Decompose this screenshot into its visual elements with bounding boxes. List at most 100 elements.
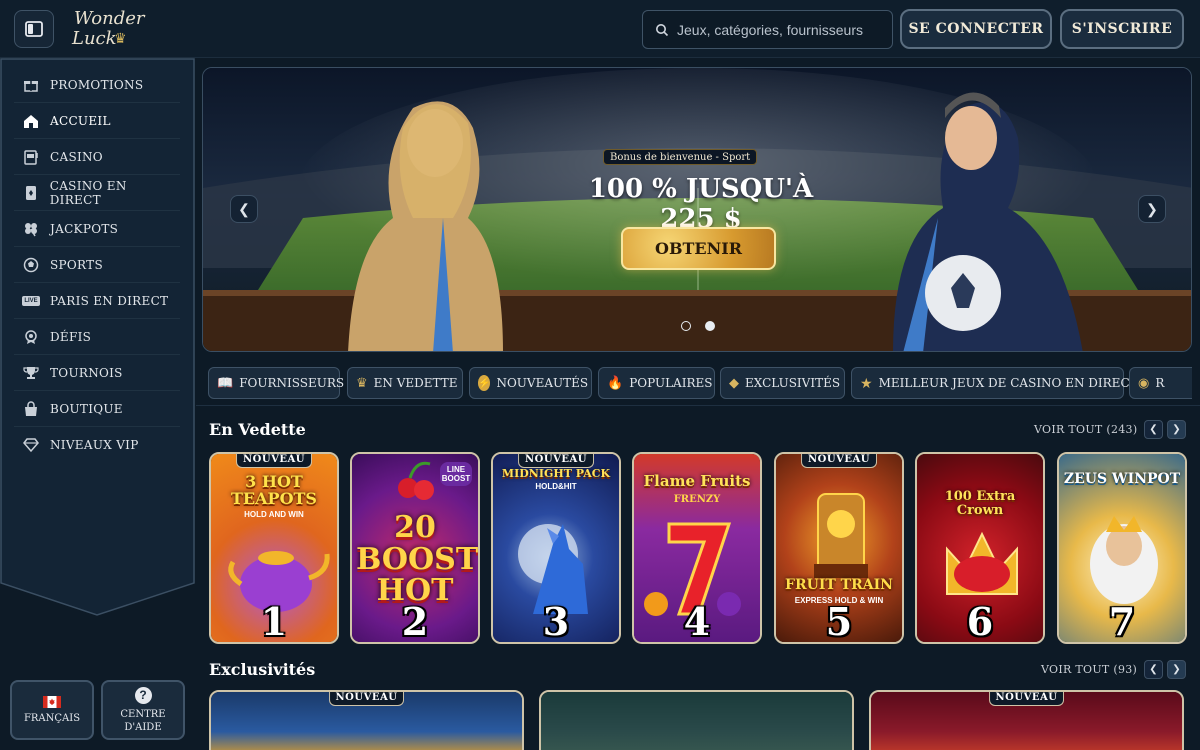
search-input[interactable]	[677, 21, 887, 38]
help-center-button[interactable]: ? CENTRE D'AIDE	[101, 680, 185, 740]
book-icon: 📖	[217, 375, 234, 390]
banner-prev-button[interactable]: ❮	[230, 195, 258, 223]
sidebar-toggle-icon	[25, 21, 43, 37]
game-title: FRUIT TRAIN	[785, 577, 893, 593]
featured-see-all-link[interactable]: VOIR TOUT (243)	[1034, 423, 1137, 436]
register-button[interactable]: S'INSCRIRE	[1060, 9, 1184, 49]
featured-next-button[interactable]: ❯	[1167, 420, 1186, 439]
login-button[interactable]: SE CONNECTER	[900, 9, 1052, 49]
game-tile-midnight-pack[interactable]: MIDNIGHT PACK HOLD&HIT NOUVEAU 3	[491, 452, 621, 644]
rank-number: 5	[825, 599, 853, 644]
chip-best-live-casino[interactable]: ★ MEILLEUR JEUX DE CASINO EN DIRECT	[851, 367, 1138, 399]
help-label-line1: CENTRE	[120, 708, 166, 720]
lightning-icon: ⚡	[478, 375, 491, 391]
canada-flag-icon	[43, 695, 61, 708]
sidebar-item-jackpots[interactable]: JACKPOTS	[14, 211, 180, 247]
sidebar-item-tournaments[interactable]: TOURNOIS	[14, 355, 180, 391]
diamond-icon	[22, 436, 40, 454]
rank-number: 2	[401, 599, 429, 644]
sidebar-item-challenges[interactable]: DÉFIS	[14, 319, 180, 355]
chip-label: FOURNISSEURS	[239, 376, 345, 390]
live-icon: LIVE	[22, 292, 40, 310]
game-tile-3-hot-teapots[interactable]: 3 HOT TEAPOTS HOLD AND WIN NOUVEAU 1	[209, 452, 339, 644]
chevron-right-icon: ❯	[1146, 200, 1158, 217]
search-box[interactable]	[642, 10, 893, 49]
sidebar-item-label: ACCUEIL	[50, 113, 111, 128]
category-divider	[196, 405, 1200, 406]
sidebar-item-casino[interactable]: CASINO	[14, 139, 180, 175]
game-subtitle: HOLD AND WIN	[244, 510, 304, 519]
category-bar: 📖 FOURNISSEURS ♛ EN VEDETTE ⚡ NOUVEAUTÉS…	[208, 367, 1192, 399]
new-badge: NOUVEAU	[328, 692, 405, 706]
sidebar-item-label: DÉFIS	[50, 329, 92, 344]
chip-popular[interactable]: 🔥 POPULAIRES	[598, 367, 715, 399]
new-badge: NOUVEAU	[801, 454, 877, 468]
game-title: 3 HOT TEAPOTS	[231, 472, 317, 508]
game-tile-fruit-train[interactable]: FRUIT TRAIN EXPRESS HOLD & WIN NOUVEAU 5	[774, 452, 904, 644]
bonus-tag: Bonus de bienvenue - Sport	[603, 149, 758, 165]
exclusives-next-button[interactable]: ❯	[1167, 660, 1186, 679]
game-tile-zeus-winpot[interactable]: ZEUS WINPOT 7	[1057, 452, 1187, 644]
home-icon	[22, 112, 40, 130]
wonderluck-logo[interactable]: Wonder Luck ♛	[70, 8, 150, 52]
sidebar-item-label: CASINO	[50, 149, 103, 164]
game-tile-flame-fruits[interactable]: Flame Fruits FRENZY 4	[632, 452, 762, 644]
chip-providers[interactable]: 📖 FOURNISSEURS	[208, 367, 344, 399]
exclusives-prev-button[interactable]: ❮	[1144, 660, 1163, 679]
game-title: Flame Fruits	[643, 472, 751, 490]
chevron-right-icon: ❯	[1172, 664, 1181, 675]
slot-machine-icon	[22, 148, 40, 166]
chip-label: POPULAIRES	[629, 376, 713, 390]
exclusives-section-title: Exclusivités	[209, 660, 316, 679]
sidebar-item-label: JACKPOTS	[50, 221, 119, 236]
sidebar-item-live-betting[interactable]: LIVE PARIS EN DIRECT	[14, 283, 180, 319]
language-button[interactable]: FRANÇAIS	[10, 680, 94, 740]
chevron-left-icon: ❮	[1149, 424, 1158, 435]
exclusive-game-tile-1[interactable]: NOUVEAU	[209, 690, 524, 750]
sidebar-item-vip-levels[interactable]: NIVEAUX VIP	[14, 427, 180, 463]
game-title: 100 Extra Crown	[944, 489, 1016, 518]
trophy-icon	[22, 364, 40, 382]
sidebar-item-shop[interactable]: BOUTIQUE	[14, 391, 180, 427]
sidebar-toggle-button[interactable]	[14, 10, 54, 48]
new-badge: NOUVEAU	[236, 454, 312, 468]
sidebar-item-promotions[interactable]: PROMOTIONS	[14, 67, 180, 103]
game-title: MIDNIGHT PACK	[501, 467, 611, 480]
pot-icon: ◉	[1138, 375, 1150, 390]
chip-more[interactable]: ◉ R	[1129, 367, 1192, 399]
sidebar-item-label: PROMOTIONS	[50, 77, 144, 92]
promo-banner[interactable]: ❮ ❯ Bonus de bienvenue - Sport 100 % JUS…	[202, 67, 1192, 352]
live-icon-text: LIVE	[22, 295, 40, 306]
cards-icon	[22, 184, 40, 202]
star-icon: ★	[860, 374, 873, 391]
chip-new[interactable]: ⚡ NOUVEAUTÉS	[469, 367, 592, 399]
chip-exclusives[interactable]: ◆ EXCLUSIVITÉS	[720, 367, 845, 399]
game-title: 20 BOOST HOT	[356, 510, 479, 608]
game-tile-20-boost-hot[interactable]: 20 BOOST HOT LINE BOOST 2	[350, 452, 480, 644]
exclusive-game-tile-3[interactable]: NOUVEAU	[869, 690, 1184, 750]
rank-number: 1	[260, 599, 288, 644]
help-icon: ?	[134, 686, 152, 704]
exclusive-game-tile-2[interactable]	[539, 690, 854, 750]
help-icon-glyph: ?	[139, 688, 147, 702]
gift-icon	[22, 76, 40, 94]
logo-text-line1: Wonder	[74, 8, 145, 29]
sidebar: PROMOTIONS ACCUEIL CASINO CASINO EN DIRE…	[0, 58, 195, 618]
sidebar-item-live-casino[interactable]: CASINO EN DIRECT	[14, 175, 180, 211]
sidebar-item-sports[interactable]: SPORTS	[14, 247, 180, 283]
game-art	[541, 692, 852, 750]
exclusives-see-all-link[interactable]: VOIR TOUT (93)	[1041, 663, 1137, 676]
game-subtitle: HOLD&HIT	[535, 482, 577, 491]
flame-icon: 🔥	[607, 375, 624, 390]
sidebar-item-home[interactable]: ACCUEIL	[14, 103, 180, 139]
search-icon	[656, 23, 669, 36]
banner-next-button[interactable]: ❯	[1138, 195, 1166, 223]
chip-featured[interactable]: ♛ EN VEDETTE	[347, 367, 463, 399]
featured-prev-button[interactable]: ❮	[1144, 420, 1163, 439]
banner-dot-1[interactable]	[681, 321, 691, 331]
banner-dot-2[interactable]	[705, 321, 715, 331]
claim-bonus-button[interactable]: OBTENIR	[621, 227, 776, 270]
game-tile-100-extra-crown[interactable]: 100 Extra Crown 6	[915, 452, 1045, 644]
soccer-ball-icon	[22, 256, 40, 274]
chevron-right-icon: ❯	[1172, 424, 1181, 435]
